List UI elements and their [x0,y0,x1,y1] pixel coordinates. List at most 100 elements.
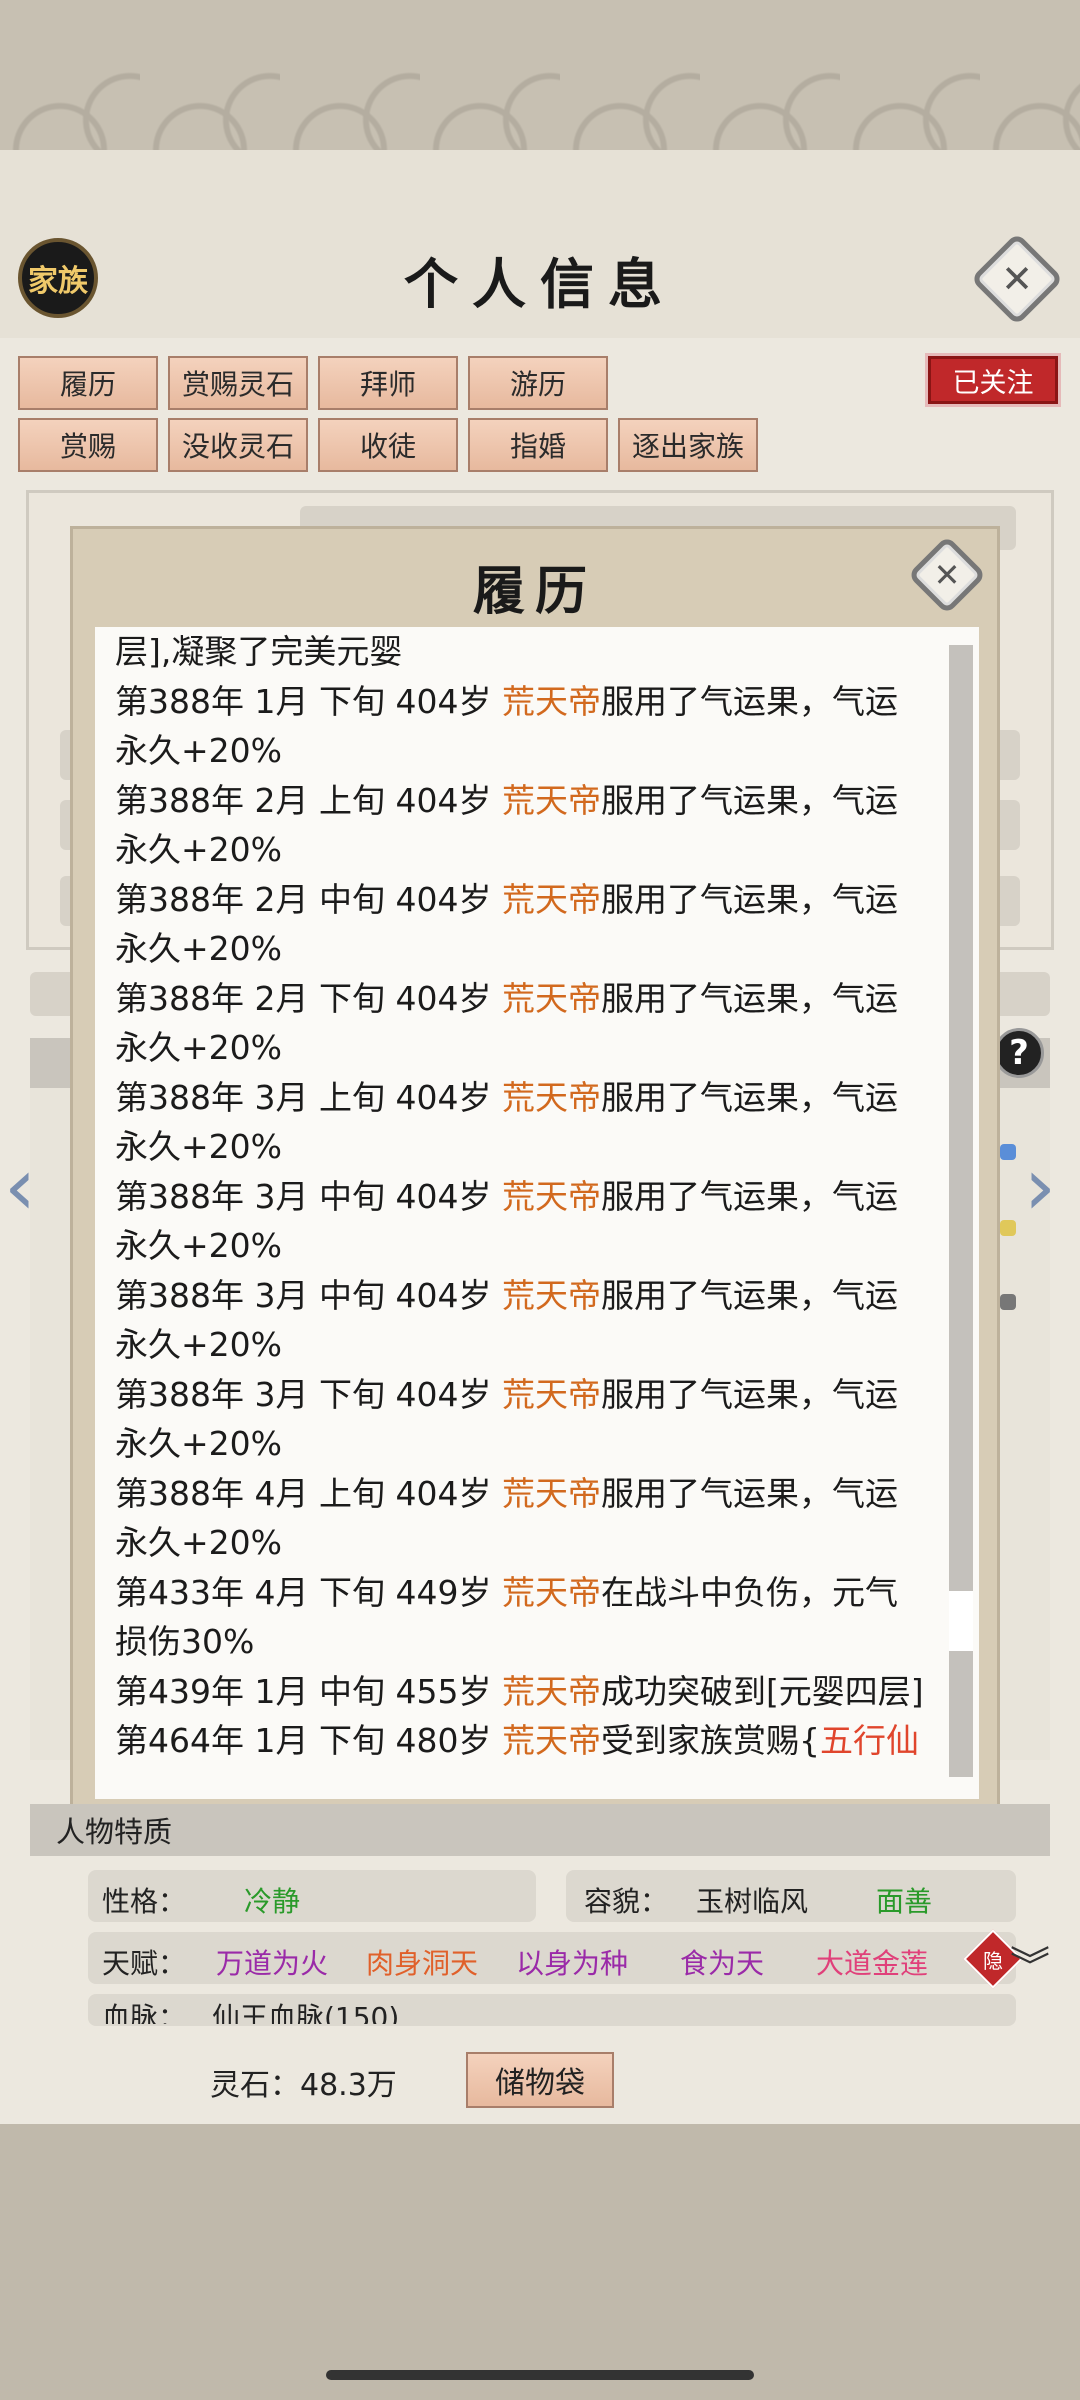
log-text: 服用了气运果，气运 [600,681,898,721]
resume-modal: 履历 ✕ 层],凝聚了完美元婴 第388年 1月 下旬 404岁 荒天帝服用了气运… [70,526,1000,1820]
tab-reward[interactable]: 赏赐 [18,418,158,472]
bloodline-label: 血脉： [102,2001,187,2024]
tab-travel[interactable]: 游历 [468,356,608,410]
bloodline-value: 仙王血脉(150) [212,2001,400,2024]
character-name: 荒天帝 [501,681,601,721]
tab-resume[interactable]: 履历 [18,356,158,410]
log-text: 永久+20% [115,1424,282,1463]
log-text: 第388年 3月 中旬 404岁 [115,1275,502,1315]
log-entry: 第388年 2月 下旬 404岁 荒天帝服用了气运果，气运 [115,974,945,1024]
prev-arrow-icon[interactable]: ‹ [4,1140,36,1233]
log-text: 服用了气运果，气运 [600,879,898,919]
log-text: 第388年 3月 上旬 404岁 [115,1077,502,1117]
log-list: 层],凝聚了完美元婴 第388年 1月 下旬 404岁 荒天帝服用了气运果，气运永… [115,627,945,1766]
follow-button[interactable]: 已关注 [928,356,1058,404]
tab-arrange-marriage[interactable]: 指婚 [468,418,608,472]
log-text: 第439年 1月 中旬 455岁 [115,1671,502,1711]
character-name: 荒天帝 [501,1275,601,1315]
log-text: 服用了气运果，气运 [600,978,898,1018]
appearance-value: 玉树临风 [696,1885,809,1918]
close-icon: ✕ [1001,257,1033,301]
tab-reward-stones[interactable]: 赏赐灵石 [168,356,308,410]
next-arrow-icon[interactable]: › [1024,1140,1056,1233]
modal-title: 履历 [472,561,597,622]
appearance-extra: 面善 [876,1885,933,1918]
help-icon[interactable]: ? [994,1028,1044,1078]
log-entry: 永久+20% [115,1122,945,1172]
status-dot [1000,1220,1016,1236]
log-entry: 第388年 2月 上旬 404岁 荒天帝服用了气运果，气运 [115,776,945,826]
log-text: 成功突破到[元婴四层] [600,1671,924,1711]
log-text: 服用了气运果，气运 [600,1473,898,1513]
talent-item[interactable]: 万道为火 [216,1942,328,1982]
storage-bag-button[interactable]: 储物袋 [466,2052,614,2108]
scrollbar[interactable] [949,645,973,1777]
log-entry: 永久+20% [115,726,945,776]
log-entry: 层],凝聚了完美元婴 [115,627,945,677]
log-entry: 第388年 3月 中旬 404岁 荒天帝服用了气运果，气运 [115,1271,945,1321]
log-text: 第388年 4月 上旬 404岁 [115,1473,502,1513]
home-indicator[interactable] [326,2370,754,2380]
item-highlight: 五行仙 [819,1721,919,1760]
character-name: 荒天帝 [501,1176,601,1216]
log-text: 第388年 3月 下旬 404岁 [115,1374,502,1414]
top-decoration [0,0,1080,150]
log-entry: 永久+20% [115,1518,945,1568]
tab-confiscate-stones[interactable]: 没收灵石 [168,418,308,472]
log-text: 第464年 1月 下旬 480岁 [115,1721,502,1760]
log-entry: 损伤30% [115,1617,945,1667]
log-entry: 第464年 1月 下旬 480岁 荒天帝受到家族赏赐{五行仙 [115,1716,945,1766]
traits-section-header: 人物特质 [30,1804,1050,1856]
log-text: 服用了气运果，气运 [600,780,898,820]
log-text: 服用了气运果，气运 [600,1077,898,1117]
log-text: 受到家族赏赐{ [600,1721,820,1760]
log-entry: 第388年 3月 下旬 404岁 荒天帝服用了气运果，气运 [115,1370,945,1420]
log-text: 服用了气运果，气运 [600,1176,898,1216]
status-dot [1000,1294,1016,1310]
character-name: 荒天帝 [501,1572,601,1612]
scroll-thumb[interactable] [949,1591,973,1651]
log-entry: 永久+20% [115,924,945,974]
expand-chevrons-icon[interactable]: ︾ [1010,1947,1050,1987]
personality-value: 冷静 [244,1885,301,1918]
log-text: 层],凝聚了完美元婴 [115,632,403,671]
log-text: 第388年 1月 下旬 404岁 [115,681,502,721]
log-text: 第388年 3月 中旬 404岁 [115,1176,502,1216]
log-text: 永久+20% [115,1325,282,1364]
log-entry: 永久+20% [115,825,945,875]
log-entry: 永久+20% [115,1221,945,1271]
tab-become-disciple[interactable]: 拜师 [318,356,458,410]
character-name: 荒天帝 [501,1671,601,1711]
log-entry: 第388年 2月 中旬 404岁 荒天帝服用了气运果，气运 [115,875,945,925]
log-entry: 第388年 3月 中旬 404岁 荒天帝服用了气运果，气运 [115,1172,945,1222]
log-text: 永久+20% [115,731,282,770]
talent-item[interactable]: 食为天 [680,1942,764,1982]
resume-log[interactable]: 层],凝聚了完美元婴 第388年 1月 下旬 404岁 荒天帝服用了气运果，气运永… [95,627,979,1799]
talent-item[interactable]: 肉身洞天 [366,1942,478,1982]
status-dot [1000,1144,1016,1160]
log-entry: 第439年 1月 中旬 455岁 荒天帝成功突破到[元婴四层] [115,1667,945,1717]
tab-take-disciple[interactable]: 收徒 [318,418,458,472]
log-entry: 第433年 4月 下旬 449岁 荒天帝在战斗中负伤，元气 [115,1568,945,1618]
character-name: 荒天帝 [501,780,601,820]
talent-item[interactable]: 以身为种 [516,1942,628,1982]
character-name: 荒天帝 [501,1374,601,1414]
character-name: 荒天帝 [501,1077,601,1117]
log-text: 永久+20% [115,1523,282,1562]
log-text: 在战斗中负伤，元气 [600,1572,898,1612]
log-entry: 第388年 3月 上旬 404岁 荒天帝服用了气运果，气运 [115,1073,945,1123]
log-text: 损伤30% [115,1622,255,1661]
log-text: 永久+20% [115,830,282,869]
talent-item[interactable]: 大道金莲 [816,1942,928,1982]
log-entry: 永久+20% [115,1023,945,1073]
character-name: 荒天帝 [501,1473,601,1513]
log-text: 第388年 2月 中旬 404岁 [115,879,502,919]
log-text: 服用了气运果，气运 [600,1374,898,1414]
log-entry: 永久+20% [115,1419,945,1469]
close-icon: ✕ [933,556,961,594]
log-entry: 第388年 1月 下旬 404岁 荒天帝服用了气运果，气运 [115,677,945,727]
lower-background [0,2124,1080,2400]
tab-expel[interactable]: 逐出家族 [618,418,758,472]
log-text: 第388年 2月 上旬 404岁 [115,780,502,820]
character-name: 荒天帝 [501,879,601,919]
